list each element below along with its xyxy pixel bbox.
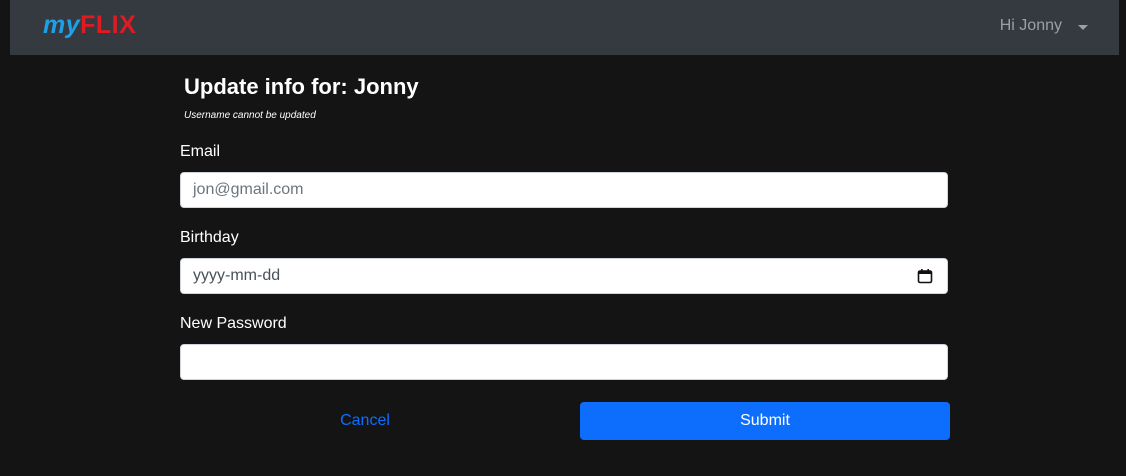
password-label: New Password: [180, 315, 287, 332]
cancel-button[interactable]: Cancel: [180, 402, 550, 440]
birthday-display: yyyy-mm-dd: [193, 267, 281, 284]
user-greeting: Hi Jonny: [999, 17, 1062, 34]
navbar: myFLIX Hi Jonny: [10, 0, 1119, 55]
email-placeholder: jon@gmail.com: [193, 181, 304, 198]
birthday-field[interactable]: yyyy-mm-dd: [180, 258, 948, 294]
chevron-down-icon: [1078, 24, 1088, 30]
submit-button[interactable]: Submit: [580, 402, 950, 440]
page-title: Update info for: Jonny: [184, 74, 419, 99]
brand-logo[interactable]: myFLIX: [43, 10, 136, 40]
password-field[interactable]: [180, 344, 948, 380]
email-label: Email: [180, 143, 221, 160]
brand-flix: FLIX: [80, 11, 137, 39]
brand-my: my: [43, 11, 81, 39]
birthday-label: Birthday: [180, 229, 239, 246]
page-subtitle: Username cannot be updated: [184, 110, 316, 121]
email-field[interactable]: jon@gmail.com: [180, 172, 948, 208]
user-menu-toggle[interactable]: Hi Jonny: [1000, 17, 1088, 35]
calendar-icon[interactable]: [917, 268, 933, 284]
